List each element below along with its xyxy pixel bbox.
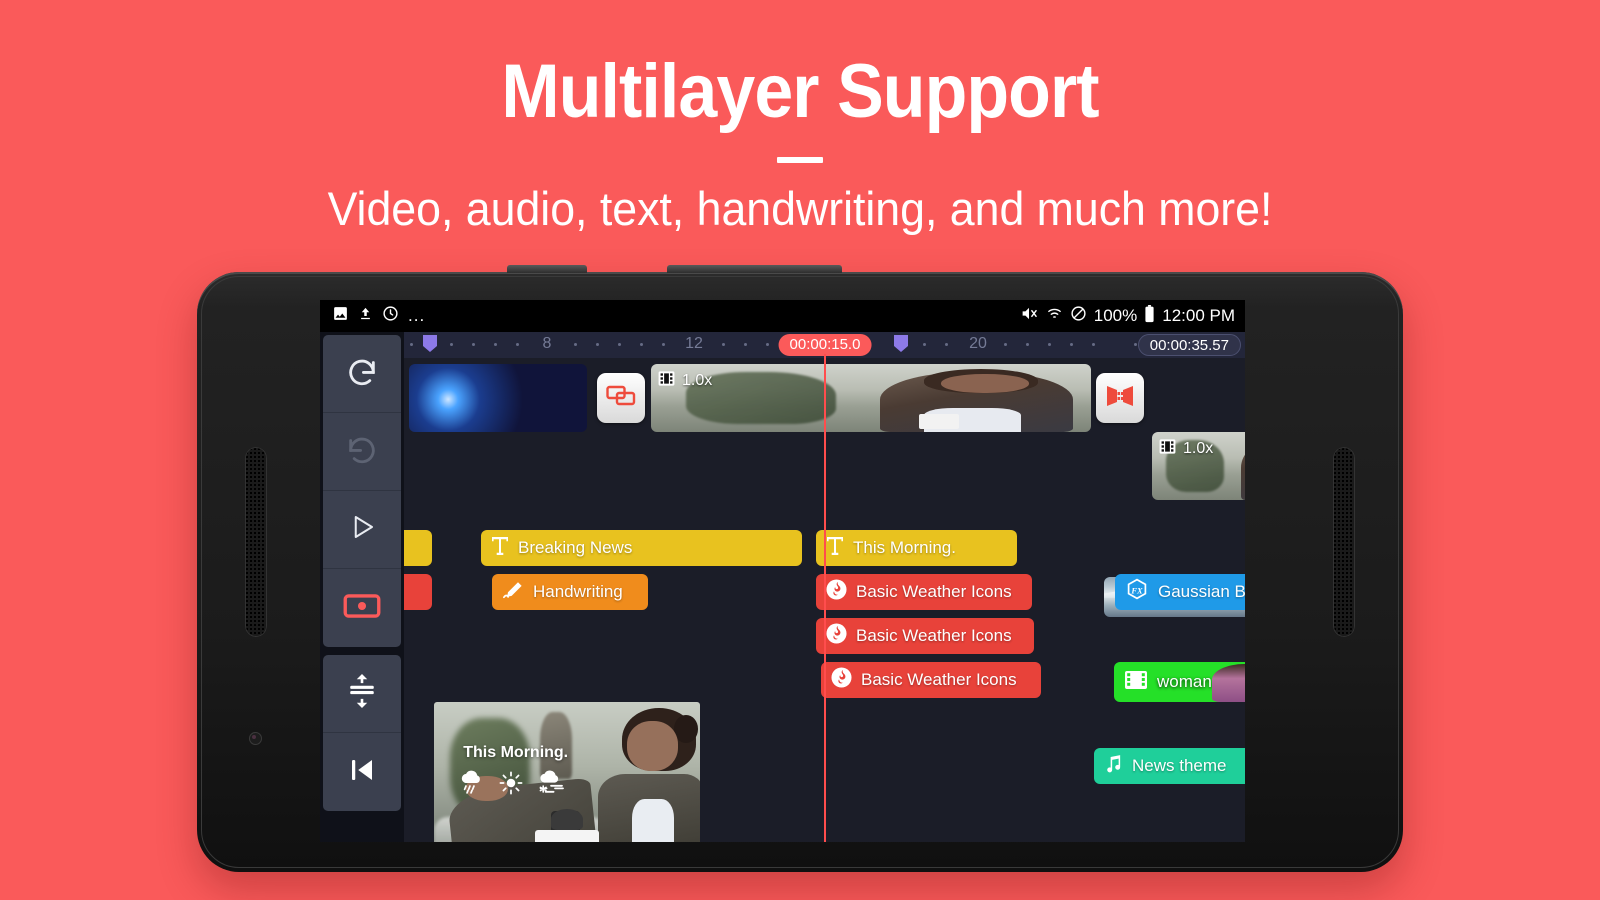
redo-icon [345, 432, 379, 471]
skip-to-start-button[interactable] [323, 733, 401, 811]
text-icon [826, 536, 844, 561]
sticker-icon [826, 623, 847, 649]
battery-full-icon [1144, 304, 1155, 328]
text-layer-this-morning[interactable]: This Morning. [816, 530, 1017, 566]
preview-panel[interactable]: This Morning. [434, 702, 700, 842]
svg-text:FX: FX [1130, 586, 1143, 595]
capture-button[interactable] [323, 569, 401, 647]
status-bar: ... 100% 12:00 PM [320, 300, 1245, 332]
timeline[interactable]: 8 12 20 00:00:15.0 00:00:35.57 1.0x 1.0x… [404, 332, 1245, 842]
pen-icon [502, 580, 524, 605]
sticker-layer-2[interactable]: Basic Weather Icons [816, 618, 1034, 654]
media-layer-label: woman.mp4 [1157, 672, 1245, 691]
transition-overlap-icon [606, 384, 636, 413]
speaker-grille-left [245, 447, 267, 637]
play-button[interactable] [323, 491, 401, 569]
volume-mute-icon [1019, 305, 1039, 327]
layer-label: Basic Weather Icons [856, 582, 1012, 601]
preview-weather-icons [458, 769, 566, 802]
page-subtitle: Video, audio, text, handwriting, and muc… [327, 182, 1273, 235]
ruler-label-20: 20 [969, 335, 987, 352]
power-button[interactable] [507, 265, 587, 273]
redo-button[interactable] [323, 413, 401, 491]
audio-layer-news-theme[interactable]: News theme [1094, 748, 1245, 784]
music-note-icon [1104, 753, 1123, 779]
media-layer-woman[interactable]: woman.mp4 [1114, 662, 1245, 702]
speed-value: 1.0x [1183, 440, 1214, 457]
speed-value: 1.0x [682, 372, 713, 389]
image-icon [332, 305, 349, 327]
layer-label: This Morning. [853, 538, 956, 557]
sticker-icon [826, 579, 847, 605]
skip-to-start-icon [347, 755, 377, 790]
preview-overlay-title: This Morning. [463, 743, 569, 761]
expand-tracks-button[interactable] [323, 655, 401, 733]
undo-icon [345, 354, 379, 393]
phone-mockup: ... 100% 12:00 PM 8 12 20 00:00:15.0 00:… [197, 265, 1403, 872]
browser-icon [382, 305, 399, 327]
ruler-label-12: 12 [685, 335, 703, 352]
do-not-disturb-icon [1070, 305, 1087, 327]
bookmark-pin[interactable] [422, 334, 438, 353]
layer-label: Basic Weather Icons [856, 626, 1012, 645]
expand-tracks-icon [346, 674, 378, 713]
handwriting-layer[interactable]: Handwriting [492, 574, 648, 610]
total-duration-badge: 00:00:35.57 [1137, 334, 1241, 356]
bookmark-pin[interactable] [893, 334, 909, 353]
video-clip-news-2[interactable]: 1.0x [1152, 432, 1245, 500]
phone-screen: ... 100% 12:00 PM 8 12 20 00:00:15.0 00:… [320, 300, 1245, 842]
sticker-layer-partial[interactable] [404, 574, 432, 610]
video-clip-icon [1124, 669, 1148, 696]
layer-label: Gaussian Blur [1158, 582, 1245, 601]
page-title: Multilayer Support [501, 49, 1099, 134]
battery-percent: 100% [1093, 306, 1138, 325]
ruler-label-8: 8 [542, 335, 552, 352]
layer-label: Handwriting [533, 582, 623, 601]
playhead[interactable] [824, 354, 826, 842]
playhead-time-badge: 00:00:15.0 [778, 334, 872, 356]
left-toolbar [320, 332, 404, 842]
volume-button[interactable] [667, 265, 842, 273]
transition-button-2[interactable] [1096, 373, 1144, 423]
fx-icon: FX [1125, 578, 1149, 607]
front-camera [249, 732, 262, 745]
sticker-layer-1[interactable]: Basic Weather Icons [816, 574, 1032, 610]
sticker-icon [831, 667, 852, 693]
film-icon [657, 369, 676, 393]
layer-label: Basic Weather Icons [861, 670, 1017, 689]
speed-badge: 1.0x [657, 369, 712, 393]
sun-icon [498, 770, 524, 801]
status-overflow: ... [408, 306, 426, 325]
layer-label: News theme [1132, 756, 1227, 775]
title-divider [777, 157, 823, 163]
play-icon [347, 512, 377, 547]
text-layer-breaking-news[interactable]: Breaking News [481, 530, 802, 566]
wifi-icon [1046, 305, 1063, 327]
video-clip-news-1[interactable]: 1.0x [651, 364, 1091, 432]
rain-cloud-icon [458, 769, 486, 802]
video-clip-space[interactable] [409, 364, 587, 432]
effect-layer-gaussian-blur[interactable]: FX Gaussian Blur [1115, 574, 1245, 610]
capture-frame-icon [343, 591, 381, 626]
undo-button[interactable] [323, 335, 401, 413]
editor-body: 8 12 20 00:00:15.0 00:00:35.57 1.0x 1.0x… [320, 332, 1245, 842]
status-clock: 12:00 PM [1162, 306, 1235, 325]
text-icon [491, 536, 509, 561]
speed-badge: 1.0x [1158, 437, 1213, 461]
speaker-grille-right [1333, 447, 1355, 637]
sticker-layer-3[interactable]: Basic Weather Icons [821, 662, 1041, 698]
upload-icon [358, 305, 373, 327]
snow-wind-cloud-icon [536, 769, 566, 802]
layer-label: Breaking News [518, 538, 633, 557]
transition-3d-icon [1105, 384, 1135, 413]
film-icon [1158, 437, 1177, 461]
transition-button-1[interactable] [597, 373, 645, 423]
text-layer-partial[interactable] [404, 530, 432, 566]
promo-header: Multilayer Support Video, audio, text, h… [0, 0, 1600, 236]
